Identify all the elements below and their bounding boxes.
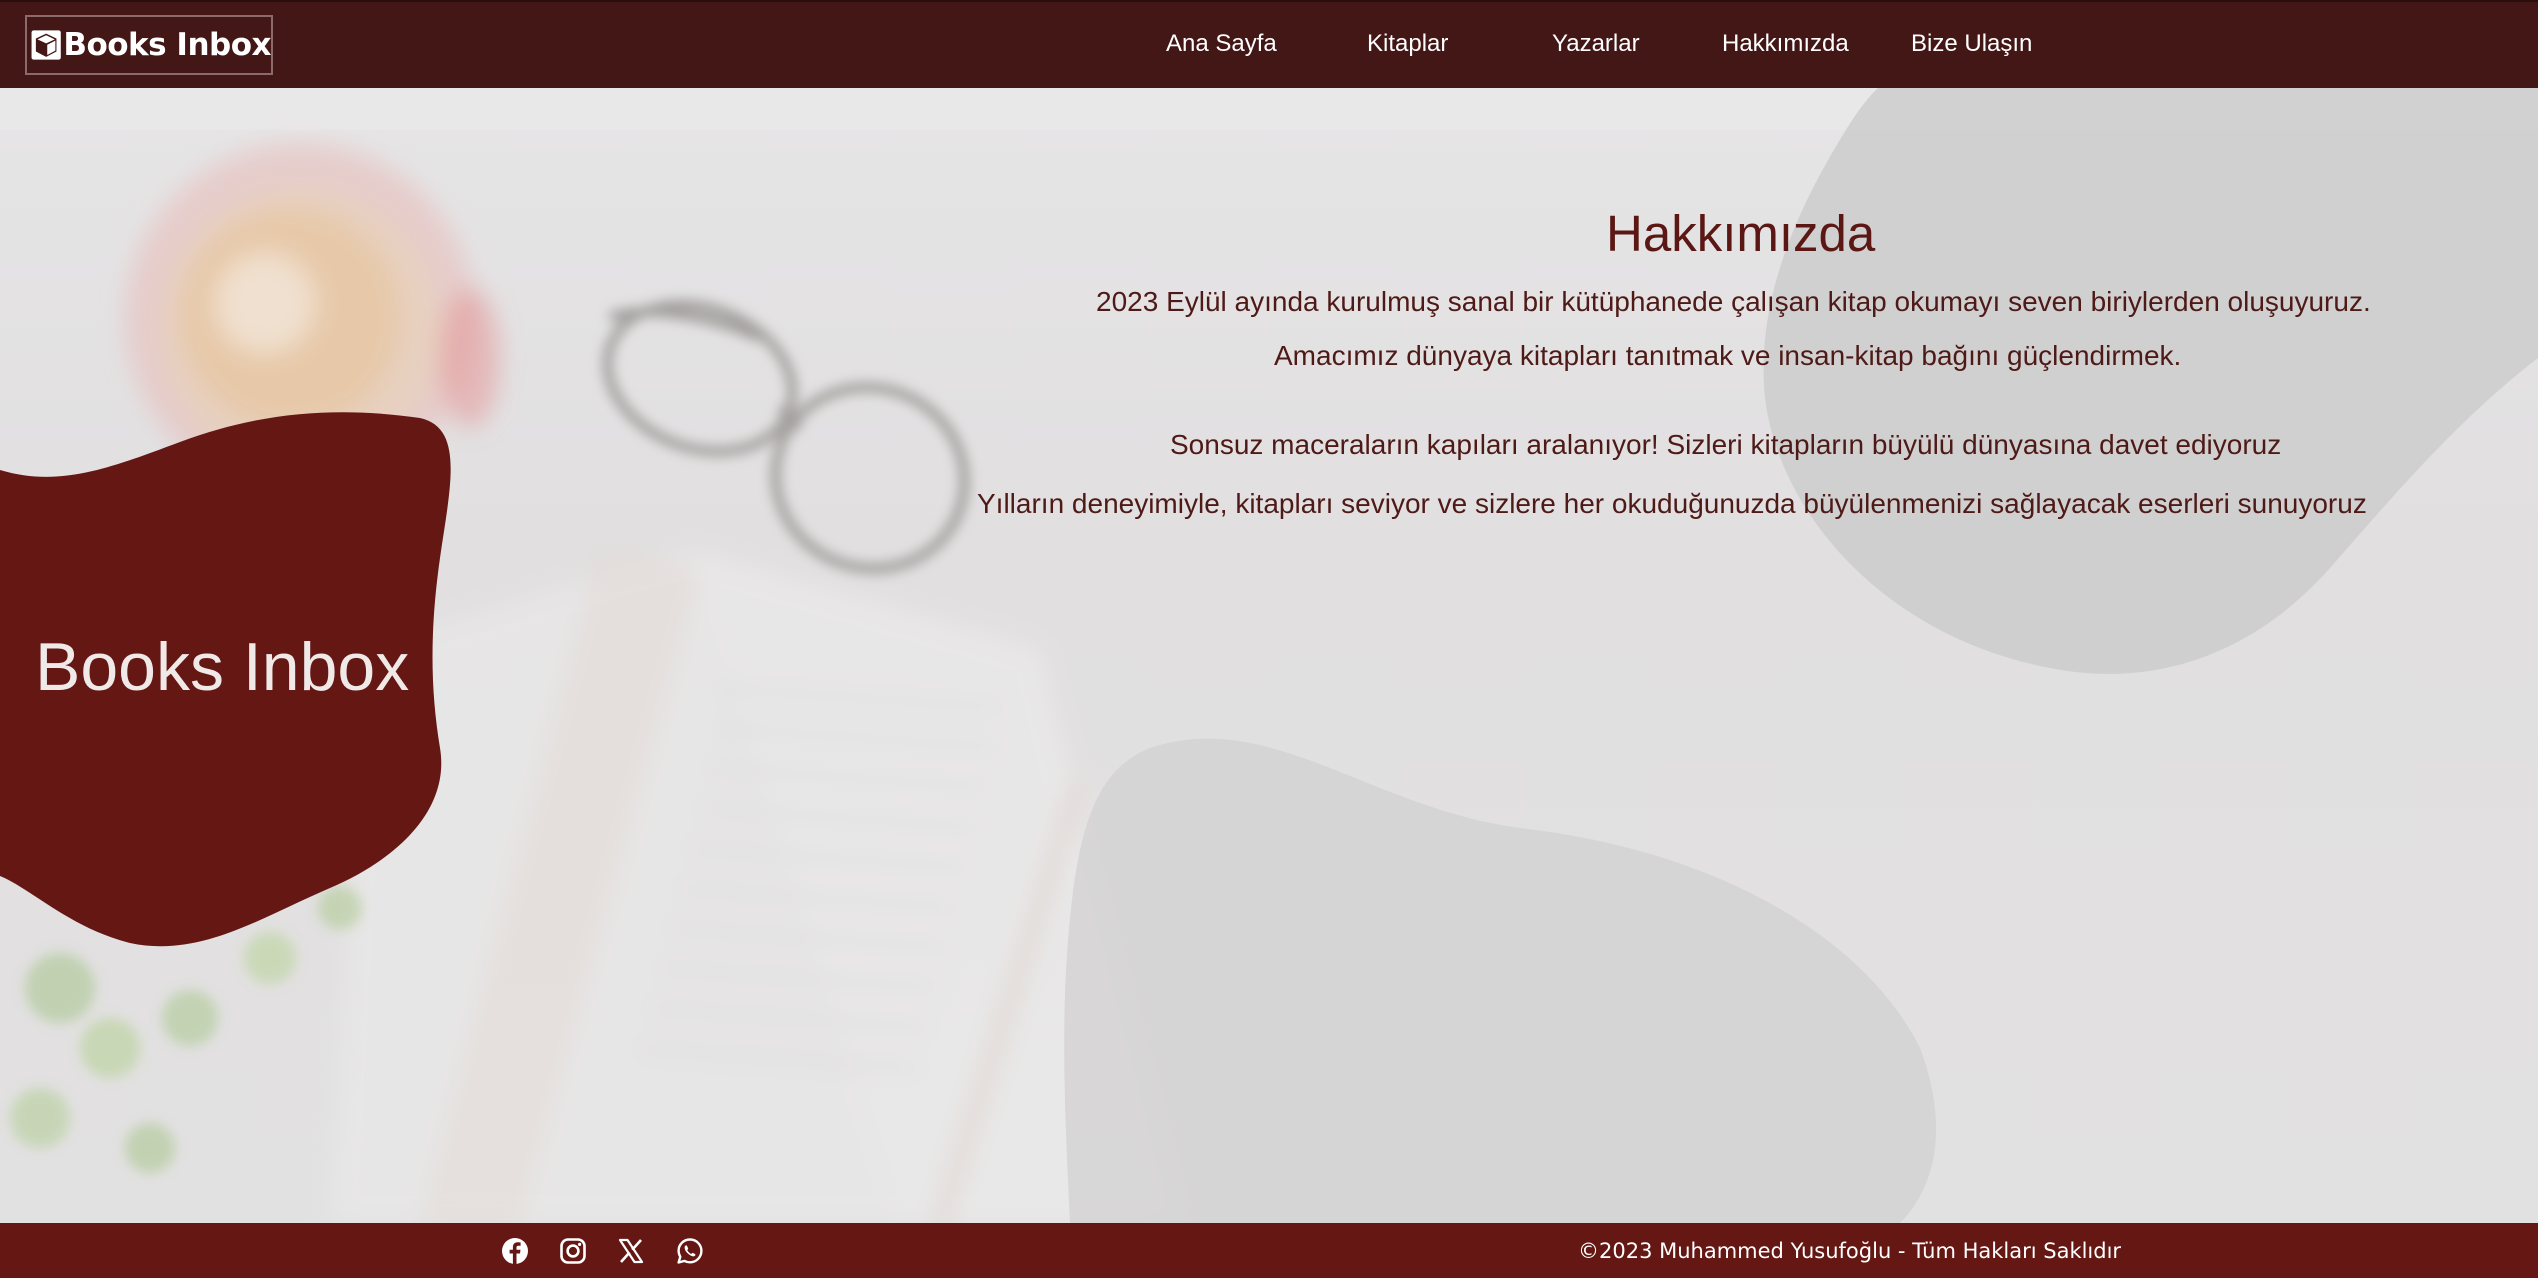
- nav-authors[interactable]: Yazarlar: [1552, 30, 1640, 58]
- nav-home[interactable]: Ana Sayfa: [1166, 30, 1277, 58]
- about-heading: Hakkımızda: [1606, 205, 1876, 262]
- site-logo[interactable]: Books Inbox: [25, 15, 273, 75]
- box-icon: [31, 30, 61, 60]
- about-paragraph-1: 2023 Eylül ayında kurulmuş sanal bir küt…: [1096, 286, 2371, 317]
- about-paragraph-4: Yılların deneyimiyle, kitapları seviyor …: [977, 488, 2367, 519]
- nav-contact[interactable]: Bize Ulaşın: [1911, 30, 2032, 58]
- whatsapp-icon[interactable]: [676, 1237, 704, 1265]
- facebook-icon[interactable]: [501, 1237, 529, 1265]
- about-paragraph-2: Amacımız dünyaya kitapları tanıtmak ve i…: [1274, 340, 2182, 371]
- nav-books[interactable]: Kitaplar: [1367, 30, 1448, 58]
- logo-text: Books Inbox: [63, 27, 271, 63]
- nav-about[interactable]: Hakkımızda: [1722, 30, 1849, 58]
- main-content: Books Inbox Hakkımızda 2023 Eylül ayında…: [0, 88, 2538, 1223]
- footer: ©2023 Muhammed Yusufoğlu - Tüm Hakları S…: [0, 1223, 2538, 1278]
- hero-blob: [0, 412, 451, 947]
- about-paragraph-3: Sonsuz maceraların kapıları aralanıyor! …: [1170, 429, 2282, 460]
- top-navbar: Books Inbox Ana Sayfa Kitaplar Yazarlar …: [0, 0, 2538, 88]
- hero-title: Books Inbox: [35, 629, 410, 705]
- copyright-text: ©2023 Muhammed Yusufoğlu - Tüm Hakları S…: [1578, 1239, 2122, 1263]
- x-icon[interactable]: [617, 1237, 645, 1265]
- instagram-icon[interactable]: [559, 1237, 587, 1265]
